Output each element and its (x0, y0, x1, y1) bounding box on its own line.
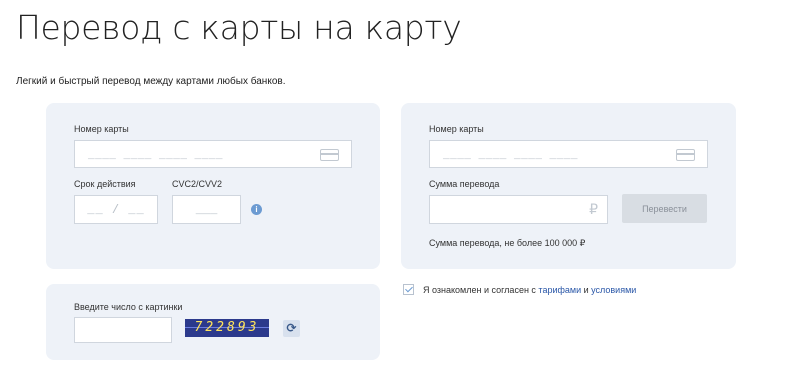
agreement-row: Я ознакомлен и согласен с тарифами и усл… (403, 284, 636, 295)
amount-limit-note: Сумма перевода, не более 100 000 ₽ (429, 238, 586, 248)
agreement-text-and: и (581, 284, 592, 295)
page-title: Перевод с карты на карту (16, 8, 462, 47)
credit-card-icon (676, 149, 695, 161)
expiry-input[interactable]: __ / __ (74, 195, 158, 224)
recipient-card-panel: Номер карты ____ ____ ____ ____ Сумма пе… (401, 103, 736, 269)
ruble-icon: ₽ (589, 201, 598, 217)
cvc-input[interactable]: ___ (172, 195, 241, 224)
captcha-input[interactable] (74, 317, 172, 343)
tariffs-link[interactable]: тарифами (538, 285, 581, 295)
agreement-text: Я ознакомлен и согласен с тарифами и усл… (423, 285, 636, 295)
credit-card-icon (320, 149, 339, 161)
sender-card-number-placeholder: ____ ____ ____ ____ (88, 150, 223, 162)
cvc-label: CVC2/CVV2 (172, 179, 223, 189)
conditions-link[interactable]: условиями (591, 285, 636, 295)
captcha-label: Введите число с картинки (74, 302, 183, 312)
agreement-text-prefix: Я ознакомлен и согласен с (423, 284, 539, 295)
sender-card-panel: Номер карты ____ ____ ____ ____ Срок дей… (46, 103, 380, 269)
amount-label: Сумма перевода (429, 179, 500, 189)
expiry-label: Срок действия (74, 179, 136, 189)
captcha-image-text: 722893 (194, 320, 260, 335)
amount-input[interactable]: ₽ (429, 195, 608, 224)
sender-card-number-label: Номер карты (74, 124, 129, 134)
agreement-checkbox[interactable] (403, 284, 414, 295)
expiry-placeholder: __ / __ (87, 203, 145, 217)
captcha-image: 722893 (185, 319, 269, 337)
page-subtitle: Легкий и быстрый перевод между картами л… (16, 76, 286, 87)
refresh-captcha-icon[interactable]: ⟳ (283, 320, 300, 337)
cvc-placeholder: ___ (195, 203, 218, 217)
captcha-panel: Введите число с картинки 722893 ⟳ (46, 284, 380, 360)
info-icon[interactable]: i (251, 204, 262, 215)
sender-card-number-input[interactable]: ____ ____ ____ ____ (74, 140, 352, 168)
recipient-card-number-label: Номер карты (429, 124, 484, 134)
transfer-button[interactable]: Перевести (622, 194, 707, 223)
recipient-card-number-placeholder: ____ ____ ____ ____ (443, 150, 578, 162)
recipient-card-number-input[interactable]: ____ ____ ____ ____ (429, 140, 708, 168)
